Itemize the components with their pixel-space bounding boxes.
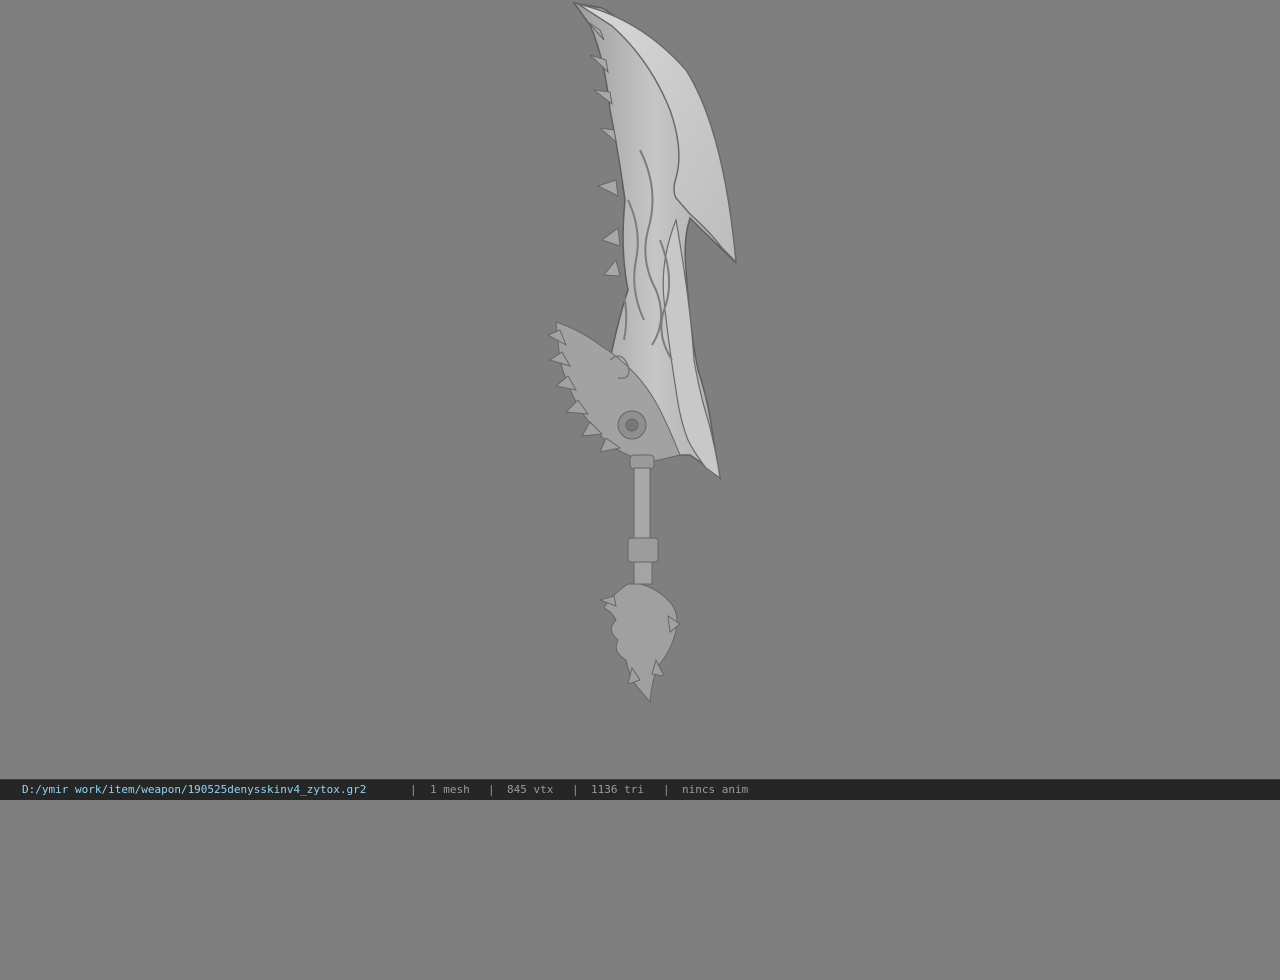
vertex-count: 845 vtx bbox=[507, 783, 554, 796]
separator: | bbox=[488, 783, 495, 796]
mesh-count: 1 mesh bbox=[430, 783, 470, 796]
sword-model bbox=[546, 1, 737, 704]
sword-handle bbox=[627, 454, 659, 585]
status-bar: D:/ymir work/item/weapon/190525denysskin… bbox=[0, 779, 1280, 800]
animation-status: nincs anim bbox=[682, 783, 749, 796]
3d-viewport[interactable] bbox=[0, 0, 1280, 779]
triangle-count: 1136 tri bbox=[591, 783, 644, 796]
separator: | bbox=[410, 783, 417, 796]
file-path: D:/ymir work/item/weapon/190525denysskin… bbox=[22, 783, 367, 796]
separator: | bbox=[663, 783, 670, 796]
pommel-tassel bbox=[598, 583, 681, 704]
separator: | bbox=[572, 783, 579, 796]
